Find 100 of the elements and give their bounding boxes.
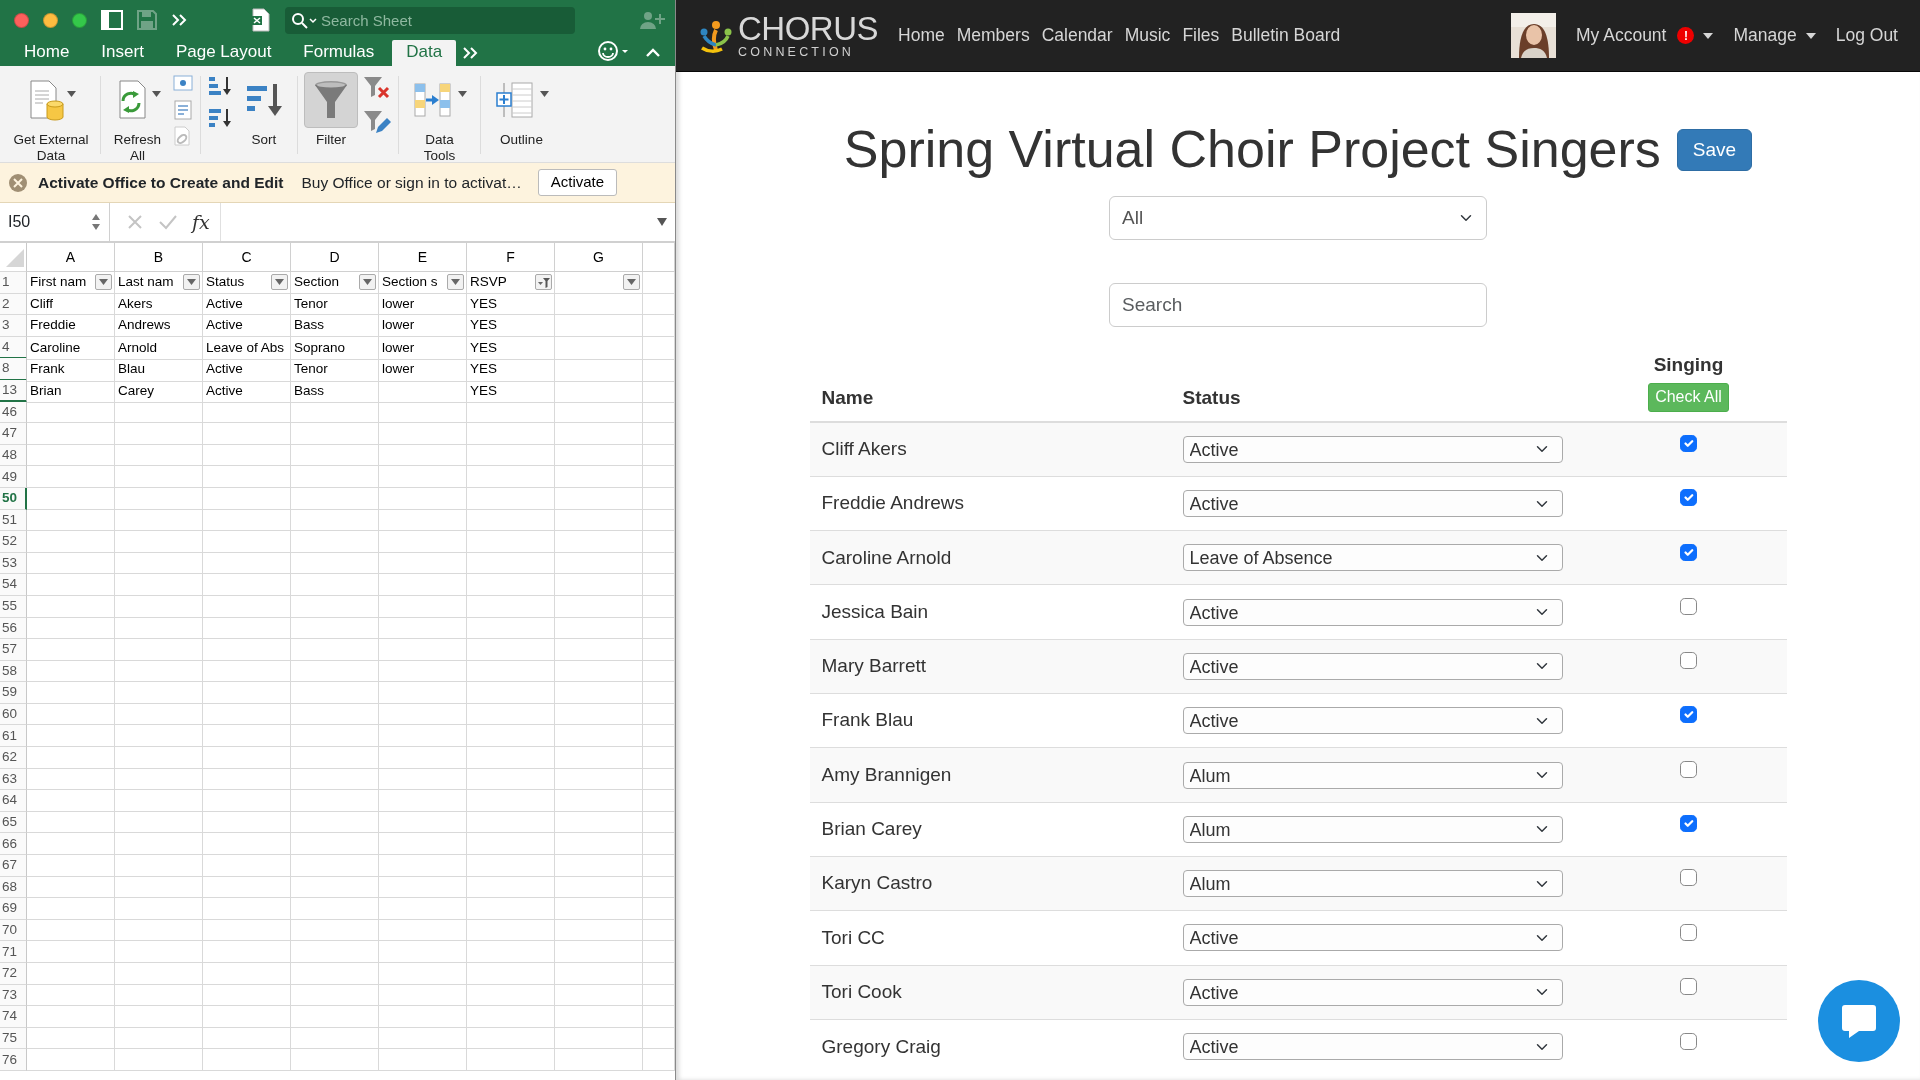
table-cell[interactable]: lower bbox=[379, 293, 467, 316]
table-cell[interactable] bbox=[27, 747, 115, 769]
advanced-filter-icon[interactable] bbox=[362, 108, 392, 136]
table-cell[interactable] bbox=[555, 531, 643, 553]
table-cell[interactable] bbox=[203, 660, 291, 683]
row-header[interactable]: 58 bbox=[0, 660, 27, 683]
table-cell[interactable] bbox=[555, 919, 643, 942]
table-cell[interactable] bbox=[467, 531, 555, 553]
table-cell[interactable] bbox=[27, 423, 115, 445]
table-cell[interactable] bbox=[555, 336, 643, 361]
row-header[interactable]: 69 bbox=[0, 898, 27, 920]
table-cell[interactable] bbox=[27, 552, 115, 575]
table-cell[interactable] bbox=[643, 552, 675, 575]
table-cell[interactable] bbox=[467, 444, 555, 467]
collapse-icon[interactable] bbox=[645, 47, 661, 59]
row-header[interactable]: 75 bbox=[0, 1027, 27, 1050]
table-cell[interactable] bbox=[643, 293, 675, 316]
table-cell[interactable] bbox=[203, 466, 291, 488]
table-cell[interactable] bbox=[379, 595, 467, 618]
filter-button[interactable] bbox=[183, 274, 200, 290]
singing-checkbox[interactable] bbox=[1680, 597, 1697, 615]
ribbon-tab[interactable]: Home bbox=[10, 40, 84, 66]
table-cell[interactable] bbox=[379, 833, 467, 856]
table-cell[interactable] bbox=[115, 509, 203, 532]
ribbon-button[interactable]: Outline bbox=[487, 72, 556, 148]
table-cell[interactable] bbox=[291, 1006, 379, 1028]
table-cell[interactable] bbox=[467, 898, 555, 920]
row-header[interactable]: 63 bbox=[0, 768, 27, 791]
table-cell[interactable] bbox=[379, 682, 467, 704]
row-header[interactable]: 61 bbox=[0, 725, 27, 748]
table-cell[interactable] bbox=[115, 963, 203, 985]
table-cell[interactable] bbox=[555, 595, 643, 618]
table-cell[interactable] bbox=[27, 725, 115, 748]
table-cell[interactable] bbox=[555, 466, 643, 488]
row-header[interactable]: 47 bbox=[0, 423, 27, 445]
table-cell[interactable] bbox=[467, 984, 555, 1007]
close-icon[interactable] bbox=[8, 172, 28, 193]
table-cell[interactable] bbox=[291, 639, 379, 661]
table-cell[interactable] bbox=[27, 811, 115, 834]
table-cell[interactable] bbox=[467, 509, 555, 532]
status-select[interactable]: Alum bbox=[1182, 761, 1563, 789]
table-cell[interactable] bbox=[291, 790, 379, 812]
row-header[interactable]: 67 bbox=[0, 855, 27, 877]
table-cell[interactable]: YES bbox=[467, 358, 555, 382]
table-cell[interactable] bbox=[291, 531, 379, 553]
singing-checkbox[interactable] bbox=[1680, 489, 1697, 507]
table-cell[interactable] bbox=[467, 941, 555, 963]
table-cell[interactable] bbox=[643, 941, 675, 963]
table-cell[interactable] bbox=[27, 682, 115, 704]
table-cell[interactable] bbox=[115, 941, 203, 963]
ribbon-tab[interactable]: Data bbox=[392, 40, 457, 66]
status-select[interactable]: Active bbox=[1182, 598, 1563, 626]
add-person-icon[interactable] bbox=[639, 10, 665, 30]
table-cell[interactable] bbox=[379, 919, 467, 942]
table-cell[interactable] bbox=[379, 898, 467, 920]
singing-checkbox[interactable] bbox=[1680, 815, 1697, 833]
table-cell[interactable] bbox=[555, 617, 643, 640]
table-cell[interactable] bbox=[203, 639, 291, 661]
table-cell[interactable] bbox=[291, 617, 379, 640]
table-cell[interactable] bbox=[467, 574, 555, 596]
row-header[interactable]: 70 bbox=[0, 919, 27, 942]
row-header[interactable]: 73 bbox=[0, 984, 27, 1007]
nav-link[interactable]: Files bbox=[1176, 22, 1226, 49]
table-cell[interactable] bbox=[643, 1027, 675, 1050]
table-cell[interactable] bbox=[27, 660, 115, 683]
row-header[interactable]: 1 bbox=[0, 272, 27, 294]
table-cell[interactable]: Bass bbox=[291, 315, 379, 337]
filter-button[interactable] bbox=[359, 274, 376, 290]
table-cell[interactable] bbox=[643, 876, 675, 899]
table-cell[interactable] bbox=[467, 790, 555, 812]
table-cell[interactable] bbox=[555, 833, 643, 856]
status-select[interactable]: Active bbox=[1182, 1033, 1563, 1061]
window-close-button[interactable] bbox=[14, 12, 29, 28]
table-cell[interactable] bbox=[203, 790, 291, 812]
table-cell[interactable] bbox=[203, 984, 291, 1007]
table-cell[interactable]: RSVP bbox=[467, 272, 555, 294]
nav-link[interactable]: Manage bbox=[1727, 22, 1822, 49]
table-cell[interactable] bbox=[203, 1006, 291, 1028]
search-field[interactable]: Search Sheet bbox=[285, 6, 575, 34]
table-cell[interactable] bbox=[27, 963, 115, 985]
window-minimize-button[interactable] bbox=[43, 12, 58, 28]
row-header[interactable]: 46 bbox=[0, 401, 27, 424]
table-cell[interactable] bbox=[27, 466, 115, 488]
table-cell[interactable] bbox=[643, 595, 675, 618]
activate-button[interactable]: Activate bbox=[537, 169, 618, 196]
table-cell[interactable] bbox=[203, 703, 291, 726]
column-header[interactable]: B bbox=[153, 246, 164, 268]
table-cell[interactable] bbox=[555, 315, 643, 337]
row-header[interactable]: 71 bbox=[0, 941, 27, 963]
column-header[interactable]: E bbox=[417, 246, 428, 268]
table-cell[interactable] bbox=[643, 898, 675, 920]
status-select[interactable]: Active bbox=[1182, 978, 1563, 1006]
nav-link[interactable]: Members bbox=[950, 22, 1036, 49]
table-cell[interactable] bbox=[379, 790, 467, 812]
table-cell[interactable] bbox=[291, 833, 379, 856]
table-cell[interactable] bbox=[27, 595, 115, 618]
spinner-icon[interactable] bbox=[91, 212, 101, 232]
table-cell[interactable] bbox=[555, 703, 643, 726]
table-cell[interactable]: Cliff bbox=[27, 293, 115, 316]
table-cell[interactable] bbox=[203, 833, 291, 856]
